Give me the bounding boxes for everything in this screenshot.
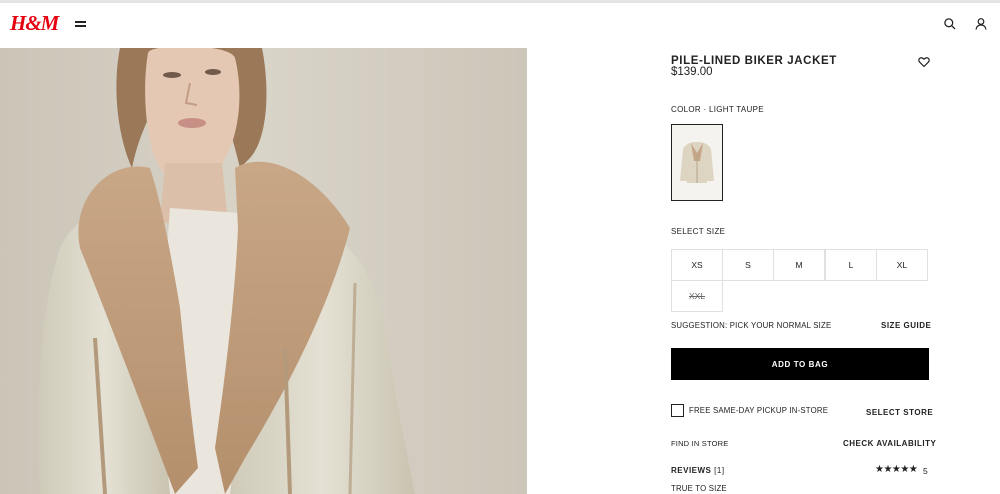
add-to-bag-button[interactable]: ADD TO BAG	[671, 348, 929, 380]
color-label-text: COLOR	[671, 105, 701, 114]
site-header: H&M	[0, 3, 1000, 48]
product-price: $139.00	[671, 66, 713, 78]
star-rating-icon: ★★★★★	[875, 464, 918, 475]
account-icon[interactable]	[974, 17, 988, 31]
color-label: COLOR · LIGHT TAUPE	[671, 105, 764, 114]
find-in-store-label: FIND IN STORE	[671, 439, 729, 448]
size-option-l[interactable]: L	[825, 249, 877, 281]
hm-logo[interactable]: H&M	[10, 11, 59, 36]
true-to-size-label: TRUE TO SIZE	[671, 484, 727, 493]
size-option-xs[interactable]: XS	[671, 249, 723, 281]
reviews-count: [1]	[714, 466, 725, 475]
color-value: LIGHT TAUPE	[708, 105, 764, 114]
color-swatch-light-taupe[interactable]	[671, 124, 723, 201]
size-guide-link[interactable]: SIZE GUIDE	[881, 321, 931, 330]
search-icon[interactable]	[943, 17, 957, 31]
size-option-xl[interactable]: XL	[876, 249, 928, 281]
rating-value: 5	[923, 466, 928, 476]
heart-icon[interactable]	[918, 55, 930, 68]
product-image	[0, 48, 527, 494]
pickup-checkbox[interactable]	[671, 404, 684, 417]
select-store-link[interactable]: SELECT STORE	[866, 408, 933, 417]
pickup-label: FREE SAME-DAY PICKUP IN-STORE	[689, 406, 829, 415]
check-availability-link[interactable]: CHECK AVAILABILITY	[843, 439, 936, 448]
size-option-xxl-sold-out[interactable]: XXL	[671, 280, 723, 312]
size-suggestion: SUGGESTION: PICK YOUR NORMAL SIZE	[671, 321, 832, 330]
reviews-label: REVIEWS	[671, 466, 712, 475]
menu-icon[interactable]	[75, 20, 86, 28]
color-separator: ·	[703, 105, 707, 114]
reviews-link[interactable]: REVIEWS [1]	[671, 466, 725, 475]
size-option-m[interactable]: M	[773, 249, 825, 281]
select-size-label: SELECT SIZE	[671, 227, 726, 236]
size-option-s[interactable]: S	[722, 249, 774, 281]
